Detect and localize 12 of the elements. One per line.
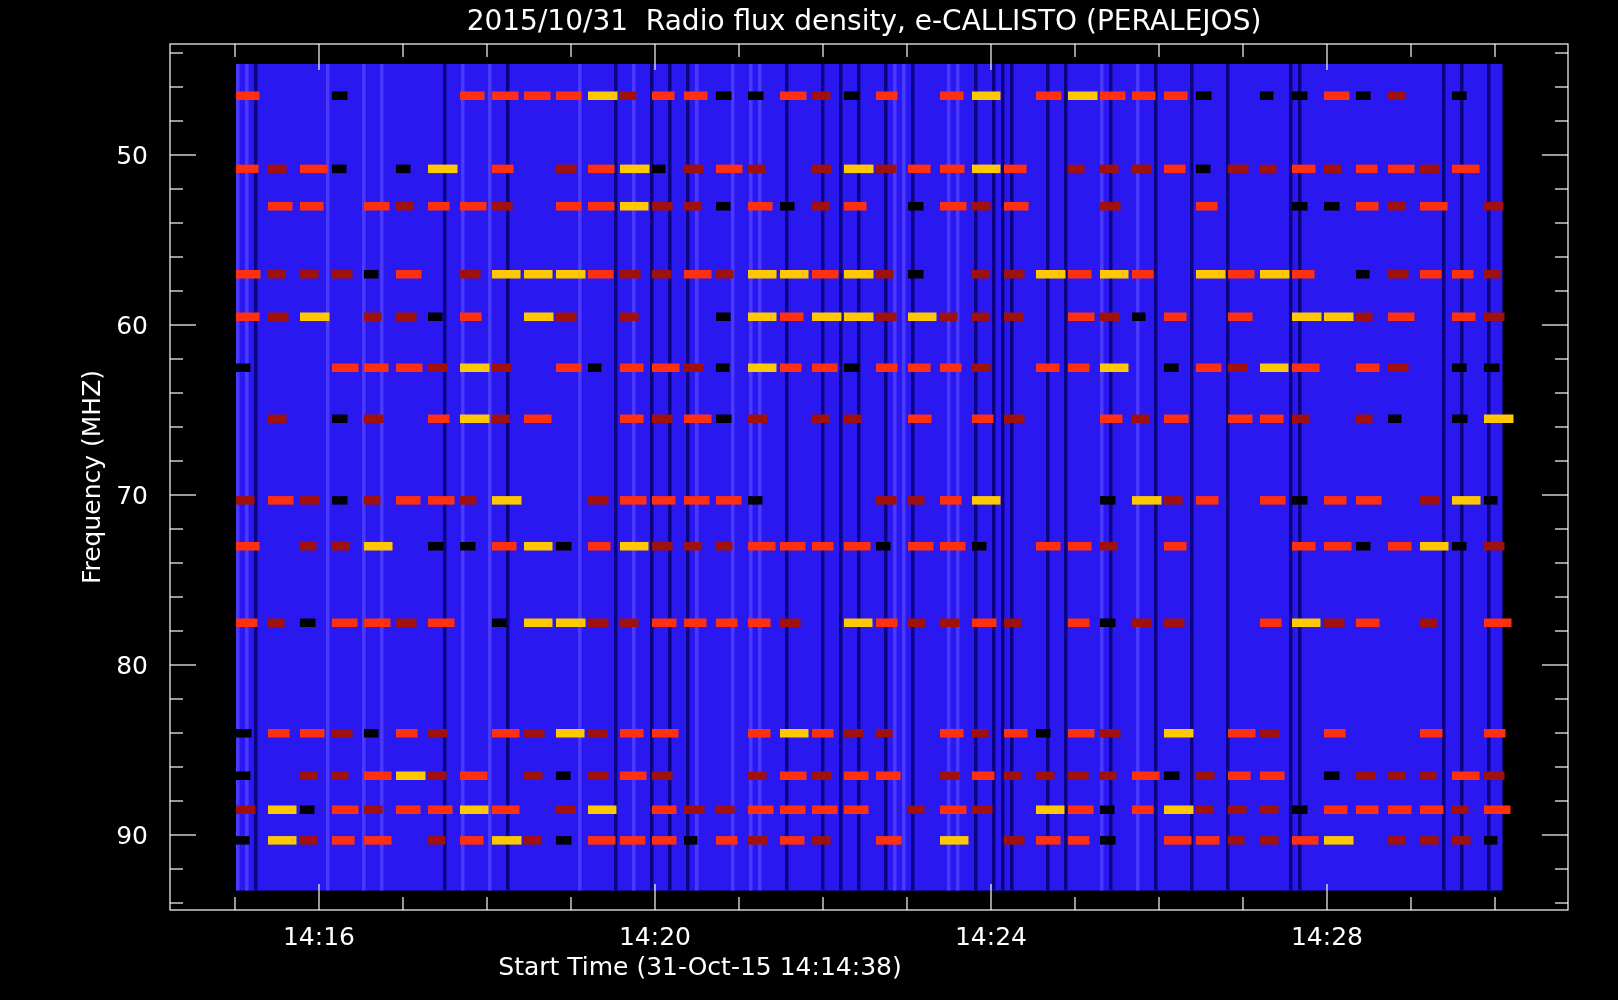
x-tick-label: 14:28 (1291, 922, 1363, 951)
y-tick-label: 60 (116, 311, 148, 340)
y-tick-label: 90 (116, 821, 148, 850)
y-tick-label: 50 (116, 141, 148, 170)
x-tick-label: 14:20 (619, 922, 691, 951)
y-axis-label: Frequency (MHZ) (77, 369, 106, 585)
x-tick-label: 14:16 (283, 922, 355, 951)
y-tick-label: 80 (116, 651, 148, 680)
chart-title: 2015/10/31 Radio flux density, e-CALLISTO (PERALEJOS) (466, 4, 1262, 37)
x-axis-label: Start Time (31-Oct-15 14:14:38) (498, 952, 902, 981)
y-tick-label: 70 (116, 481, 148, 510)
x-tick-label: 14:24 (955, 922, 1027, 951)
